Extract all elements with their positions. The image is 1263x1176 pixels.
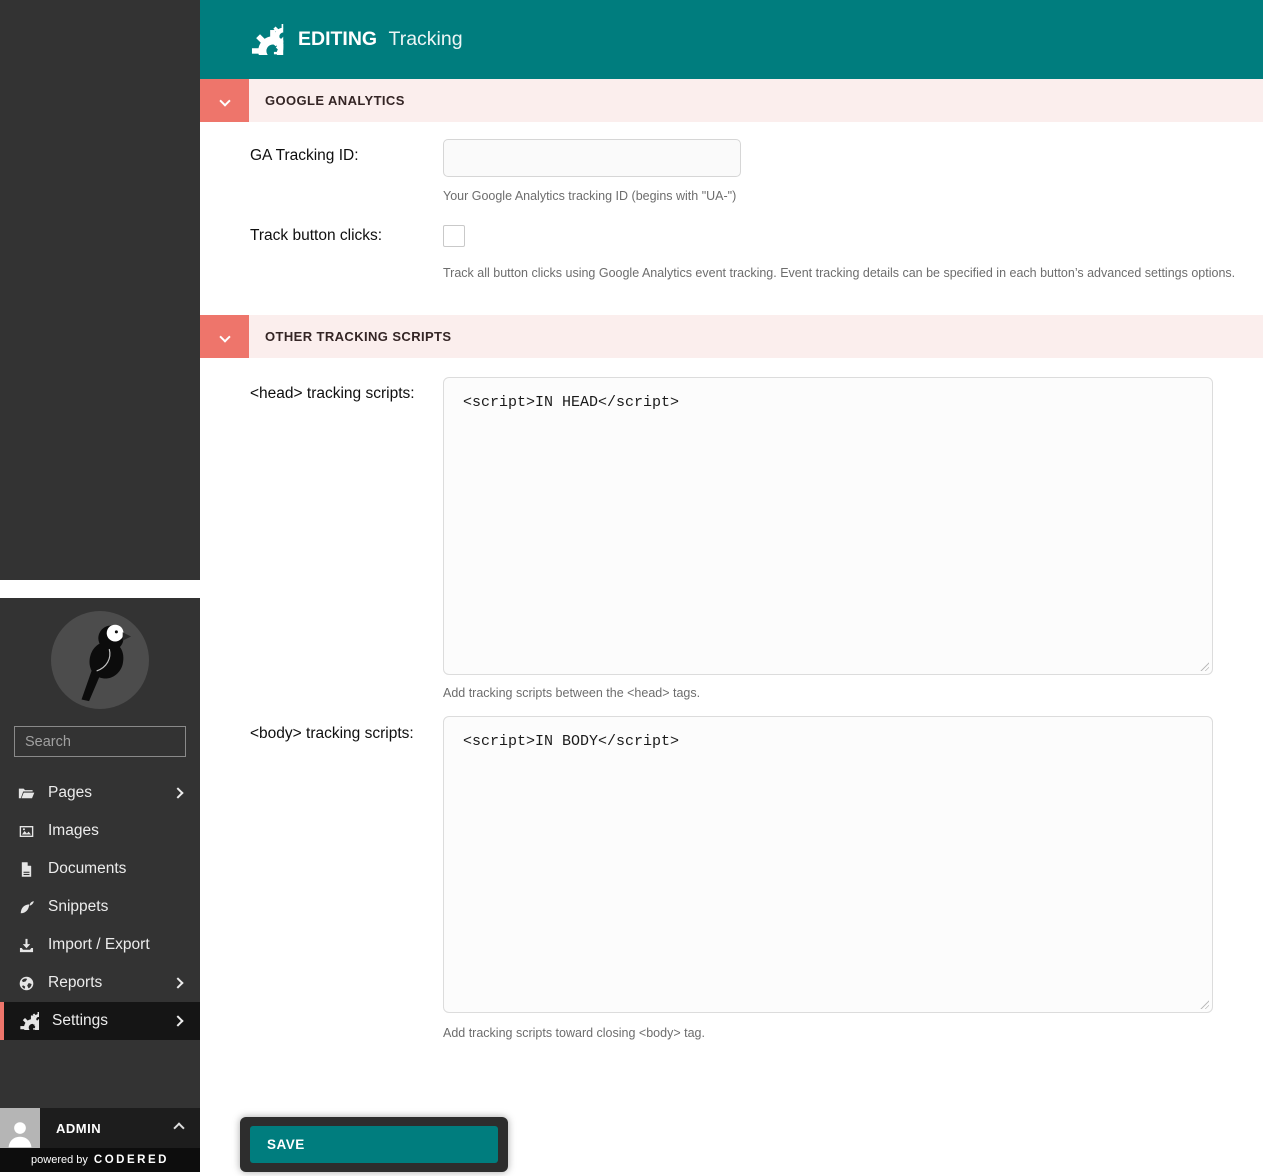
field-help-text: Add tracking scripts toward closing <bod… <box>443 1026 705 1040</box>
user-icon <box>5 1118 35 1148</box>
main-content: EDITING Tracking GOOGLE ANALYTICS GA Tra… <box>200 0 1263 1176</box>
field-label-head-tracking-scripts: <head> tracking scripts: <box>250 385 415 403</box>
body-tracking-scripts-field: <script>IN BODY</script> <box>443 716 1213 1013</box>
field-help-text: Track all button clicks using Google Ana… <box>443 266 1235 280</box>
sidebar: Pages Images Documents Snippets Import /… <box>0 598 200 1172</box>
head-tracking-scripts-textarea[interactable]: <script>IN HEAD</script> <box>443 377 1213 675</box>
sidebar-search <box>14 726 186 757</box>
sidebar-item-label: Snippets <box>48 898 108 916</box>
sidebar-item-label: Documents <box>48 860 126 878</box>
track-button-clicks-checkbox[interactable] <box>443 225 465 247</box>
section-title: OTHER TRACKING SCRIPTS <box>265 329 451 344</box>
chevron-right-icon <box>172 1015 183 1026</box>
search-input[interactable] <box>25 734 212 750</box>
download-icon <box>18 937 35 954</box>
gears-icon <box>248 24 284 55</box>
document-icon <box>18 861 35 878</box>
powered-by-text: powered by <box>31 1154 88 1166</box>
chevron-right-icon <box>172 977 183 988</box>
gears-icon <box>18 1012 39 1030</box>
page-title-prefix: EDITING <box>298 28 377 50</box>
chevron-right-icon <box>172 787 183 798</box>
ga-tracking-id-input[interactable] <box>443 139 741 177</box>
sidebar-item-settings[interactable]: Settings <box>0 1002 200 1040</box>
chevron-down-icon <box>219 95 230 106</box>
page-title-name: Tracking <box>389 28 463 50</box>
field-label-body-tracking-scripts: <body> tracking scripts: <box>250 725 414 743</box>
sidebar-item-label: Images <box>48 822 99 840</box>
head-tracking-scripts-field: <script>IN HEAD</script> <box>443 377 1213 675</box>
account-menu[interactable]: ADMIN <box>0 1108 200 1148</box>
collapse-section-button[interactable] <box>200 79 249 122</box>
sidebar-item-label: Pages <box>48 784 92 802</box>
sidebar-item-snippets[interactable]: Snippets <box>0 888 200 926</box>
section-title: GOOGLE ANALYTICS <box>265 93 405 108</box>
sidebar-spacer-panel <box>0 0 200 580</box>
sidebar-item-reports[interactable]: Reports <box>0 964 200 1002</box>
page-header: EDITING Tracking <box>200 0 1263 79</box>
section-google-analytics: GOOGLE ANALYTICS <box>200 79 1263 122</box>
folder-open-icon <box>18 785 35 802</box>
chevron-up-icon <box>173 1122 184 1133</box>
globe-icon <box>18 975 35 992</box>
sidebar-item-documents[interactable]: Documents <box>0 850 200 888</box>
field-label-track-button-clicks: Track button clicks: <box>250 227 382 245</box>
sidebar-item-pages[interactable]: Pages <box>0 774 200 812</box>
sidebar-item-label: Reports <box>48 974 102 992</box>
section-other-tracking-scripts: OTHER TRACKING SCRIPTS <box>200 315 1263 358</box>
avatar <box>0 1108 40 1148</box>
save-action-bar: SAVE <box>240 1117 508 1172</box>
sidebar-menu: Pages Images Documents Snippets Import /… <box>0 774 200 1040</box>
account-name: ADMIN <box>56 1121 101 1136</box>
powered-by-footer: powered by CodeRed <box>0 1148 200 1172</box>
field-help-text: Your Google Analytics tracking ID (begin… <box>443 189 736 203</box>
page-title: EDITING Tracking <box>298 28 463 51</box>
snippet-leaf-icon <box>18 899 35 916</box>
field-help-text: Add tracking scripts between the <head> … <box>443 686 700 700</box>
codered-brand: CodeRed <box>94 1154 169 1166</box>
wagtail-bird-icon <box>58 618 142 702</box>
sidebar-item-label: Settings <box>52 1012 108 1030</box>
site-logo[interactable] <box>51 611 149 709</box>
sidebar-item-import-export[interactable]: Import / Export <box>0 926 200 964</box>
body-tracking-scripts-textarea[interactable]: <script>IN BODY</script> <box>443 716 1213 1013</box>
save-button[interactable]: SAVE <box>250 1126 498 1163</box>
sidebar-item-label: Import / Export <box>48 936 150 954</box>
field-label-ga-tracking-id: GA Tracking ID: <box>250 147 359 165</box>
image-icon <box>18 823 35 840</box>
chevron-down-icon <box>219 331 230 342</box>
collapse-section-button[interactable] <box>200 315 249 358</box>
sidebar-item-images[interactable]: Images <box>0 812 200 850</box>
